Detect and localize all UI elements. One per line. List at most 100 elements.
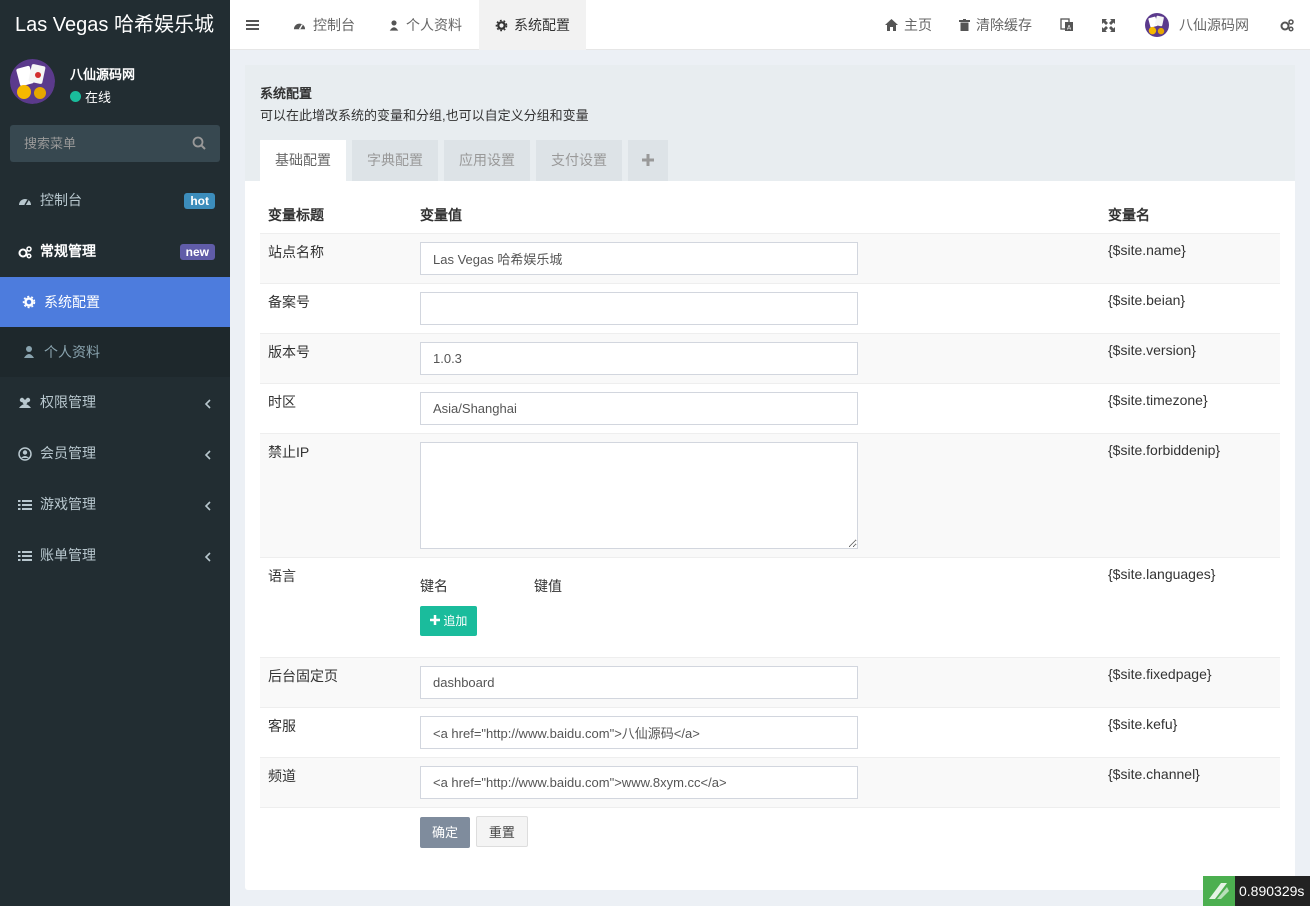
- gear-icon: [22, 295, 36, 309]
- config-table: 变量标题 变量值 变量名 站点名称 {$site.name} 备案号 {$sit…: [260, 198, 1280, 857]
- settings-button[interactable]: [1279, 0, 1295, 50]
- expand-icon: [1102, 18, 1115, 32]
- table-row: 客服 {$site.kefu}: [260, 706, 1280, 757]
- tab-profile[interactable]: 个人资料: [372, 0, 478, 50]
- plus-icon: [642, 154, 654, 166]
- chevron-left-icon: [204, 501, 211, 511]
- fullscreen-button[interactable]: [1102, 0, 1115, 50]
- forbidden-ip-textarea[interactable]: [420, 441, 858, 549]
- row-var-name: {$site.channel}: [1100, 756, 1280, 807]
- home-link[interactable]: 主页: [885, 0, 932, 50]
- table-row: 时区 {$site.timezone}: [260, 382, 1280, 433]
- column-header-name: 变量名: [1108, 207, 1150, 224]
- online-dot-icon: [70, 91, 81, 102]
- row-title: 语言: [260, 556, 412, 657]
- user-name: 八仙源码网: [70, 67, 136, 82]
- row-title: 频道: [260, 756, 412, 807]
- reset-button[interactable]: 重置: [475, 815, 528, 847]
- dashboard-icon: [19, 198, 31, 205]
- sidebar-item-system-config[interactable]: 系统配置: [0, 277, 230, 327]
- plus-icon: [430, 614, 440, 625]
- tab-basic-config[interactable]: 基础配置: [260, 140, 346, 181]
- sidebar-item-profile[interactable]: 个人资料: [0, 327, 230, 377]
- row-var-name: {$site.name}: [1100, 232, 1280, 283]
- language-field-headers: 键名 键值: [420, 566, 1092, 596]
- row-var-name: {$site.fixedpage}: [1100, 656, 1280, 707]
- table-row: 备案号 {$site.beian}: [260, 282, 1280, 333]
- gear-icon: [495, 19, 508, 31]
- sidebar-item-dashboard[interactable]: 控制台 hot: [0, 175, 230, 226]
- row-title: 时区: [260, 382, 412, 433]
- submit-button[interactable]: 确定: [420, 816, 471, 848]
- chevron-left-icon: [204, 552, 211, 562]
- clear-cache-button[interactable]: 清除缓存: [959, 0, 1032, 50]
- table-row: 后台固定页 {$site.fixedpage}: [260, 656, 1280, 707]
- tab-app-settings[interactable]: 应用设置: [444, 140, 530, 181]
- form-actions: 确定 重置: [260, 806, 1280, 857]
- brand-title[interactable]: Las Vegas 哈希娱乐城: [0, 0, 230, 50]
- row-title: 备案号: [260, 282, 412, 333]
- sidebar-item-label: 会员管理: [40, 445, 96, 461]
- hot-badge: hot: [184, 193, 215, 209]
- hamburger-icon: [246, 20, 259, 30]
- avatar: [10, 59, 55, 104]
- tab-dictionary-config[interactable]: 字典配置: [352, 140, 438, 181]
- version-input[interactable]: [420, 341, 858, 375]
- debug-timer[interactable]: 0.890329s: [1203, 876, 1310, 906]
- table-row: 语言 键名 键值 追加 {$site.languages}: [260, 556, 1280, 657]
- key-value-label: 键值: [534, 577, 562, 594]
- sidebar-item-bill[interactable]: 账单管理: [0, 530, 230, 581]
- sidebar-item-member[interactable]: 会员管理: [0, 428, 230, 479]
- key-name-label: 键名: [420, 577, 448, 594]
- header-user-name: 八仙源码网: [1179, 17, 1249, 33]
- tab-payment-settings[interactable]: 支付设置: [536, 140, 622, 181]
- menu-search-input[interactable]: [10, 125, 220, 162]
- timezone-input[interactable]: [420, 391, 858, 425]
- append-label: 追加: [443, 613, 468, 628]
- user-icon: [24, 346, 34, 358]
- tab-dashboard[interactable]: 控制台: [276, 0, 371, 50]
- search-icon[interactable]: [192, 136, 206, 150]
- append-button[interactable]: 追加: [420, 605, 478, 636]
- site-name-input[interactable]: [420, 241, 858, 275]
- add-group-button[interactable]: [628, 140, 668, 181]
- row-title: 版本号: [260, 332, 412, 383]
- row-var-name: {$site.kefu}: [1100, 706, 1280, 757]
- list-icon: [18, 550, 32, 561]
- tab-system-config[interactable]: 系统配置: [479, 0, 586, 50]
- user-status: 在线: [70, 87, 111, 106]
- home-icon: [885, 19, 898, 31]
- table-row: 站点名称 {$site.name}: [260, 232, 1280, 283]
- fixed-page-input[interactable]: [420, 665, 858, 699]
- tab-label: 控制台: [313, 17, 355, 33]
- sidebar-item-game[interactable]: 游戏管理: [0, 479, 230, 530]
- sidebar-item-label: 个人资料: [44, 344, 100, 360]
- language-icon: A: [1060, 18, 1073, 32]
- sidebar-menu: 控制台 hot 常规管理 new 系统配置 个人资料 权限管理 会员管理 游戏管…: [0, 175, 230, 581]
- row-title: 站点名称: [260, 232, 412, 283]
- sidebar-item-general[interactable]: 常规管理 new: [0, 226, 230, 277]
- chevron-left-icon: [204, 399, 211, 409]
- users-icon: [19, 397, 31, 408]
- kefu-input[interactable]: [420, 715, 858, 749]
- translate-button[interactable]: A: [1060, 0, 1074, 50]
- avatar: [1145, 13, 1169, 37]
- debug-logo-icon: [1203, 876, 1235, 906]
- row-var-name: {$site.beian}: [1100, 282, 1280, 333]
- channel-input[interactable]: [420, 765, 858, 799]
- user-icon: [389, 19, 399, 31]
- row-var-name: {$site.version}: [1100, 332, 1280, 383]
- sidebar-toggle-button[interactable]: [246, 0, 259, 50]
- user-panel: 八仙源码网 在线: [0, 50, 230, 116]
- sidebar-item-auth[interactable]: 权限管理: [0, 377, 230, 428]
- menu-search: [10, 125, 220, 162]
- sidebar: Las Vegas 哈希娱乐城 八仙源码网 在线 控制台 hot: [0, 0, 230, 906]
- user-menu[interactable]: 八仙源码网: [1145, 0, 1249, 50]
- page-description: 可以在此增改系统的变量和分组,也可以自定义分组和变量: [260, 108, 589, 123]
- column-header-value: 变量值: [420, 207, 462, 224]
- home-label: 主页: [904, 17, 932, 33]
- row-var-name: {$site.timezone}: [1100, 382, 1280, 433]
- beian-input[interactable]: [420, 291, 858, 325]
- sidebar-item-label: 常规管理: [40, 243, 96, 259]
- debug-timer-value: 0.890329s: [1239, 883, 1305, 899]
